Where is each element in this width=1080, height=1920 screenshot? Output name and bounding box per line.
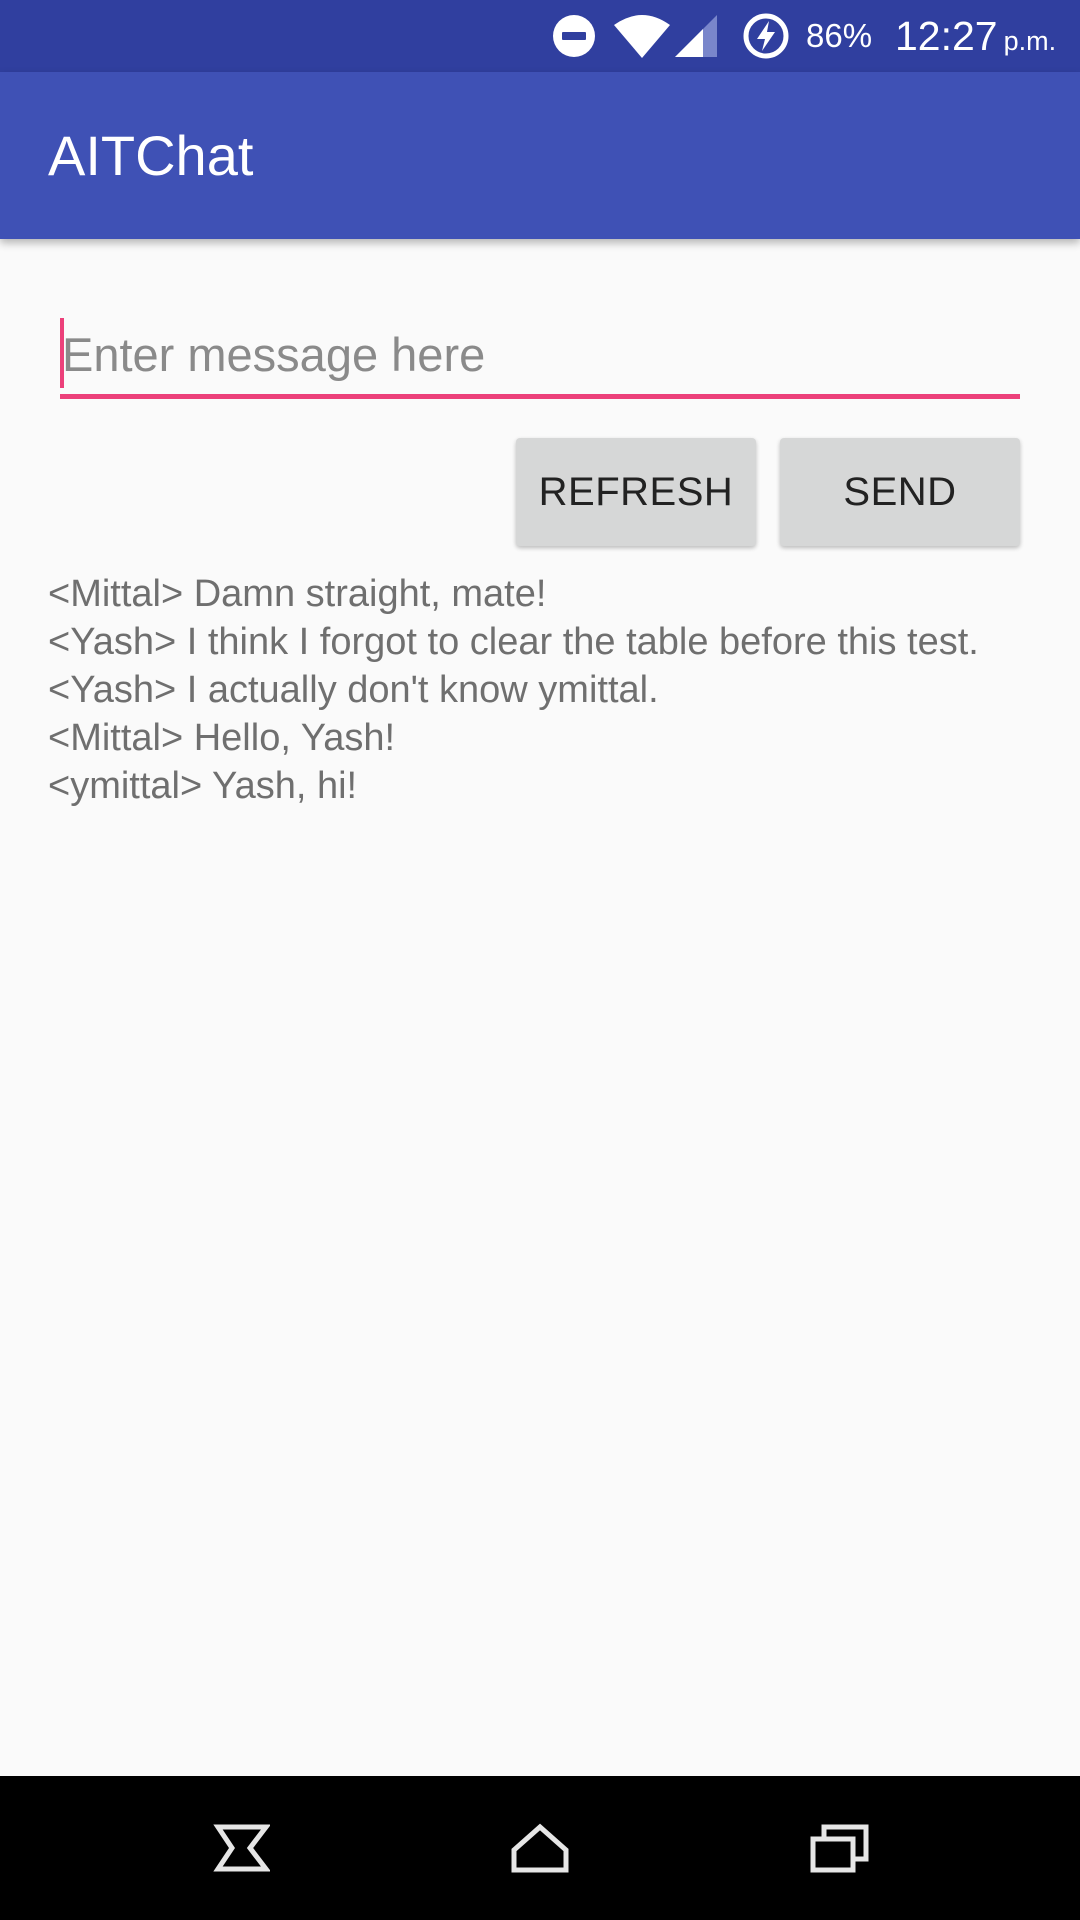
status-bar: 86% 12:27 p.m. — [0, 0, 1080, 72]
message-input[interactable] — [60, 315, 1020, 399]
send-button[interactable]: SEND — [780, 438, 1020, 546]
clock-ampm: p.m. — [1003, 25, 1057, 56]
back-icon[interactable] — [160, 1776, 320, 1920]
message-item: <ymittal> Yash, hi! — [48, 765, 358, 807]
wifi-icon — [612, 0, 672, 72]
refresh-button[interactable]: REFRESH — [516, 438, 756, 546]
message-item: <Mittal> Hello, Yash! — [48, 717, 396, 759]
recents-icon[interactable] — [760, 1776, 920, 1920]
app-title: AITChat — [48, 124, 254, 187]
battery-charging-icon — [742, 0, 790, 72]
message-list: <Mittal> Damn straight, mate! <Yash> I t… — [48, 570, 1058, 810]
do-not-disturb-icon — [552, 0, 596, 72]
message-item: <Mittal> Damn straight, mate! — [48, 573, 547, 615]
message-item: <Yash> I think I forgot to clear the tab… — [48, 621, 979, 663]
cell-signal-icon — [672, 0, 720, 72]
navigation-bar — [0, 1776, 1080, 1920]
app-screen: 86% 12:27 p.m. AITChat REFRESH SEND <Mit… — [0, 0, 1080, 1920]
text-cursor — [60, 318, 64, 388]
home-icon[interactable] — [460, 1776, 620, 1920]
clock-time: 12:27 — [895, 12, 998, 59]
app-bar: AITChat — [0, 72, 1080, 239]
message-item: <Yash> I actually don't know ymittal. — [48, 669, 659, 711]
clock: 12:27 p.m. — [895, 0, 1056, 72]
battery-percent: 86% — [806, 17, 873, 54]
